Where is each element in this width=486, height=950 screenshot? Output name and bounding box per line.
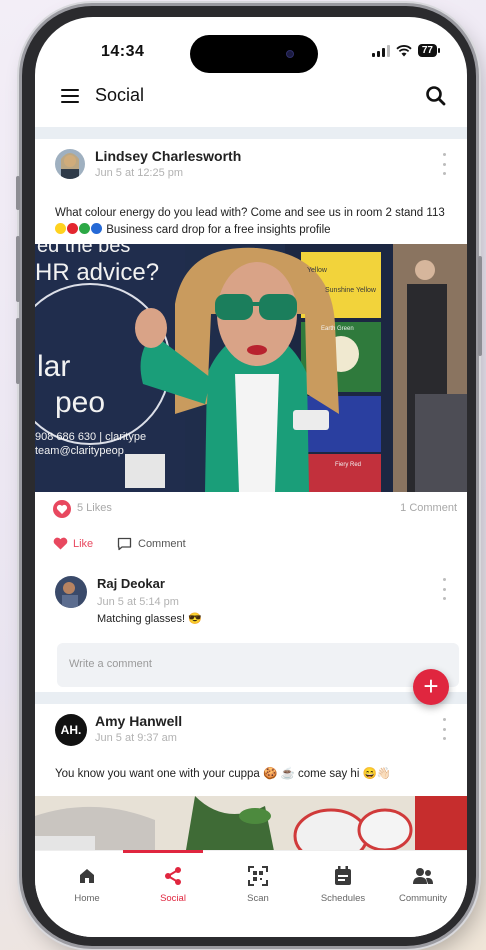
- more-options-icon[interactable]: [441, 718, 447, 740]
- tab-social[interactable]: Social: [133, 865, 213, 904]
- like-button[interactable]: Like: [53, 537, 93, 550]
- status-time: 14:34: [101, 43, 145, 60]
- post-text-tail: Business card drop for a free insights p…: [106, 224, 331, 236]
- post-text: What colour energy do you lead with? Com…: [35, 205, 467, 239]
- qr-scan-icon: [248, 866, 268, 886]
- tab-scan[interactable]: Scan: [218, 865, 298, 904]
- photo-phone: 908 686 630 | claritype: [35, 431, 146, 443]
- post-date: Jun 5 at 9:37 am: [95, 732, 177, 744]
- tab-home[interactable]: Home: [47, 865, 127, 904]
- tab-label: Schedules: [320, 893, 366, 904]
- bottom-tab-bar: Home Social Scan Schedules Community: [35, 850, 467, 937]
- comment-icon: [117, 537, 132, 551]
- post-photo-art: [35, 796, 467, 850]
- like-label: Like: [73, 537, 94, 550]
- comment-author[interactable]: Raj Deokar: [97, 576, 165, 591]
- photo-brand: lar: [37, 350, 70, 383]
- post-card: Lindsey Charlesworth Jun 5 at 12:25 pm W…: [35, 139, 467, 692]
- heart-icon: [53, 500, 71, 518]
- signal-icon: [371, 44, 390, 57]
- page-title: Social: [95, 85, 145, 105]
- tab-label: Community: [398, 893, 448, 904]
- write-comment-input[interactable]: Write a comment: [57, 643, 459, 687]
- social-feed[interactable]: Lindsey Charlesworth Jun 5 at 12:25 pm W…: [35, 127, 467, 850]
- photo-headline-top: ed the bes: [37, 244, 130, 257]
- tab-label: Home: [74, 893, 100, 904]
- heart-icon: [53, 537, 68, 550]
- front-camera: [286, 50, 294, 58]
- tab-community[interactable]: Community: [383, 865, 463, 904]
- tab-label: Scan: [247, 893, 269, 904]
- search-icon[interactable]: [423, 83, 449, 109]
- power-button: [478, 256, 482, 356]
- action-button: [16, 176, 20, 210]
- likes-count[interactable]: 5 Likes: [77, 502, 112, 514]
- comments-count[interactable]: 1 Comment: [400, 502, 457, 514]
- post-text: You know you want one with your cuppa 🍪 …: [55, 768, 392, 780]
- post-header: Lindsey Charlesworth Jun 5 at 12:25 pm: [35, 139, 467, 191]
- wifi-icon: [396, 44, 412, 56]
- colour-dots-emoji: [55, 223, 106, 236]
- active-tab-indicator: [123, 850, 203, 853]
- status-bar: 14:34 77: [35, 17, 467, 75]
- post-author[interactable]: Amy Hanwell: [95, 713, 182, 729]
- status-icons: 77: [371, 44, 441, 57]
- photo-panel-green: Earth Green: [321, 326, 354, 332]
- create-post-button[interactable]: +: [413, 669, 449, 705]
- comment-date: Jun 5 at 5:14 pm: [97, 596, 179, 608]
- post-card: AH. Amy Hanwell Jun 5 at 9:37 am You kno…: [35, 704, 467, 850]
- photo-headline: HR advice?: [35, 259, 159, 286]
- photo-email: team@claritypeop: [35, 445, 124, 457]
- share-icon: [165, 867, 181, 885]
- post-author[interactable]: Lindsey Charlesworth: [95, 148, 241, 164]
- comment-button[interactable]: Comment: [117, 537, 186, 551]
- app-bar: Social: [35, 75, 467, 127]
- comment-text: Matching glasses! 😎: [97, 613, 202, 625]
- battery-icon: 77: [417, 44, 441, 57]
- people-icon: [413, 868, 433, 884]
- phone-screen: 14:34 77 Social Lindsey Charlesworth Jun…: [35, 17, 467, 937]
- more-options-icon[interactable]: [441, 578, 447, 600]
- more-options-icon[interactable]: [441, 153, 447, 175]
- volume-up-button: [16, 236, 20, 302]
- volume-down-button: [16, 318, 20, 384]
- home-icon: [80, 869, 94, 883]
- post-date: Jun 5 at 12:25 pm: [95, 167, 184, 179]
- photo-panel-small: Yellow: [307, 267, 328, 274]
- photo-panel-red: Fiery Red: [335, 462, 361, 468]
- post-photo[interactable]: [35, 796, 467, 850]
- avatar[interactable]: AH.: [55, 714, 87, 746]
- calendar-icon: [335, 866, 351, 885]
- comment-label: Comment: [138, 538, 186, 550]
- photo-brand2: peo: [55, 386, 105, 419]
- avatar[interactable]: [55, 576, 87, 608]
- tab-schedules[interactable]: Schedules: [303, 865, 383, 904]
- post-text-main: What colour energy do you lead with? Com…: [55, 207, 445, 219]
- post-stats: 5 Likes 1 Comment: [35, 492, 467, 524]
- photo-panel-yellow: Sunshine Yellow: [325, 287, 377, 294]
- write-comment-placeholder: Write a comment: [69, 658, 152, 670]
- post-photo-art: ed the bes HR advice? lar peo 908 686 63…: [35, 244, 467, 492]
- comment-item: Raj Deokar Jun 5 at 5:14 pm Matching gla…: [35, 572, 467, 642]
- dynamic-island: [190, 35, 318, 73]
- post-actions: Like Comment: [35, 531, 467, 561]
- post-header: AH. Amy Hanwell Jun 5 at 9:37 am: [35, 704, 467, 756]
- menu-icon[interactable]: [61, 89, 79, 103]
- tab-label: Social: [160, 893, 186, 904]
- post-photo[interactable]: ed the bes HR advice? lar peo 908 686 63…: [35, 244, 467, 492]
- avatar[interactable]: [55, 149, 85, 179]
